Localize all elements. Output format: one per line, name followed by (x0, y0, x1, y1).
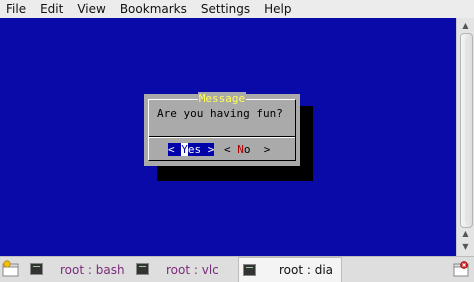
tab-root-dia[interactable]: root : dia (238, 257, 342, 282)
menu-edit[interactable]: Edit (33, 0, 70, 18)
tab-root-vlc[interactable]: root : vlc (132, 259, 236, 281)
terminal-scrollbar[interactable]: ▲ ▲ ▼ (456, 18, 474, 256)
terminal-icon (136, 263, 149, 275)
tab-label: root : bash (60, 263, 125, 277)
close-tab-icon[interactable] (453, 261, 470, 278)
menubar: File Edit View Bookmarks Settings Help (0, 0, 474, 18)
menu-bookmarks[interactable]: Bookmarks (113, 0, 194, 18)
menu-help[interactable]: Help (257, 0, 298, 18)
terminal-icon (30, 263, 43, 275)
yes-button[interactable]: < Yes > (168, 143, 214, 156)
terminal-icon (243, 264, 256, 276)
menu-settings[interactable]: Settings (194, 0, 257, 18)
dialog-message: Are you having fun? (157, 107, 283, 120)
new-tab-icon[interactable] (2, 260, 20, 278)
tab-label: root : dia (279, 263, 334, 277)
menu-file[interactable]: File (0, 0, 33, 18)
session-tabbar: root : bash root : vlc root : dia (0, 256, 474, 282)
dialog-separator (149, 136, 295, 138)
no-button[interactable]: < No > (224, 143, 270, 156)
scroll-up-arrow-icon-lower[interactable]: ▲ (460, 227, 471, 240)
tab-root-bash[interactable]: root : bash (26, 259, 130, 281)
tab-label: root : vlc (166, 263, 219, 277)
scroll-up-arrow-icon[interactable]: ▲ (460, 19, 471, 32)
scrollbar-thumb[interactable] (460, 33, 473, 228)
menu-view[interactable]: View (70, 0, 112, 18)
message-dialog: Message Are you having fun? < Yes > < No… (144, 92, 300, 166)
scroll-down-arrow-icon[interactable]: ▼ (460, 240, 471, 253)
dialog-title: Message (197, 92, 247, 105)
